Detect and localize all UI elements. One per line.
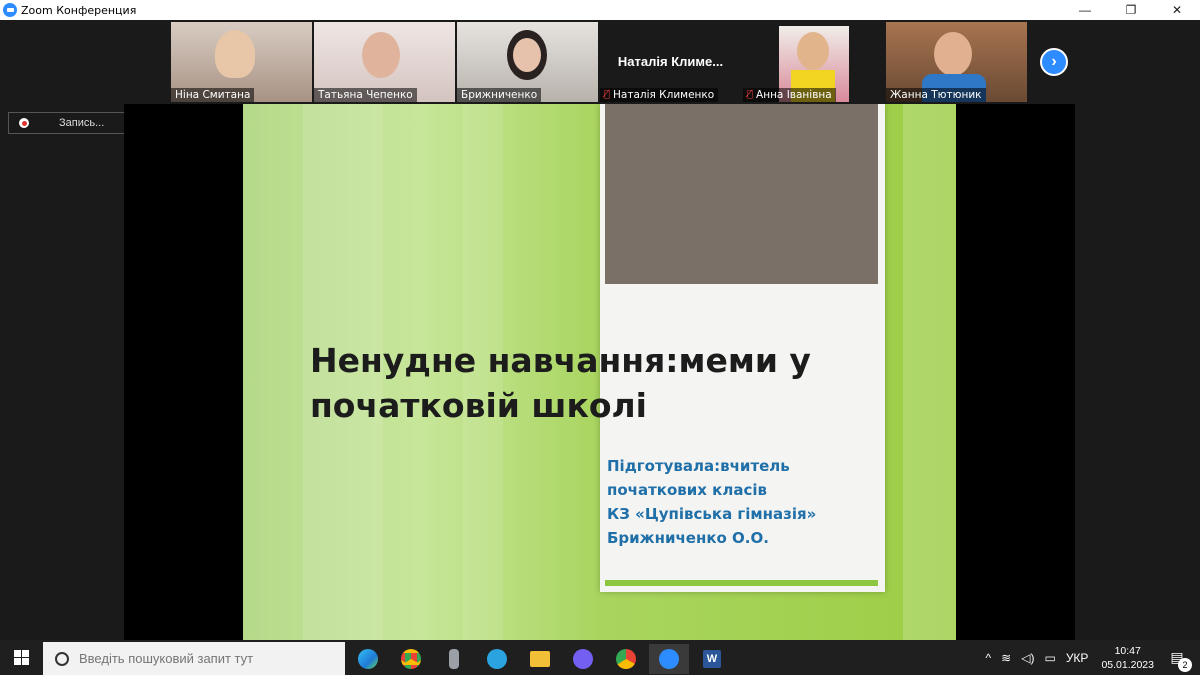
participant-name: Жанна Тютюник: [886, 88, 986, 102]
author-line: початкових класів: [607, 481, 767, 499]
slide-accent-bar: [605, 580, 878, 586]
participant-tile[interactable]: Жанна Тютюник: [886, 22, 1027, 102]
participant-name: Татьяна Чепенко: [314, 88, 417, 102]
title-bar: Zoom Конференция — ❐ ✕: [0, 0, 1200, 20]
zoom-logo-icon: [3, 3, 17, 17]
participant-strip: Ніна Смитана Татьяна Чепенко Брижниченко…: [0, 20, 1200, 104]
volume-icon[interactable]: ◁): [1021, 651, 1034, 665]
taskbar-search[interactable]: [43, 642, 345, 675]
recorder-icon[interactable]: [434, 644, 474, 674]
participant-face: [362, 32, 400, 78]
participant-name: Ніна Смитана: [171, 88, 255, 102]
start-button[interactable]: [0, 640, 42, 675]
notification-badge: 2: [1178, 657, 1192, 672]
clock[interactable]: 10:47 05.01.2023: [1101, 644, 1154, 672]
zoom-icon[interactable]: [649, 644, 689, 674]
mic-muted-icon: 🎙̸: [747, 89, 754, 100]
participant-face: [215, 30, 255, 78]
author-line: КЗ «Цупівська гімназія»: [607, 505, 817, 523]
viber-icon[interactable]: [563, 644, 603, 674]
recording-label: Запись...: [59, 117, 105, 129]
system-tray: ^ ≋ ◁) ▭ УКР 10:47 05.01.2023 ▤ 2: [981, 640, 1200, 675]
close-button[interactable]: ✕: [1154, 0, 1200, 20]
participant-tile[interactable]: Наталія Климе... 🎙̸ Наталія Клименко: [600, 22, 741, 102]
chevron-right-icon: ›: [1051, 53, 1057, 70]
edge-icon[interactable]: [348, 644, 388, 674]
record-icon: [19, 118, 29, 128]
author-line: Підготувала:вчитель: [607, 457, 790, 475]
notification-center-button[interactable]: ▤ 2: [1164, 646, 1192, 672]
participant-face: [934, 32, 972, 76]
participant-face: [797, 32, 829, 70]
slide-title-line: Ненудне навчання:меми у: [310, 341, 811, 380]
time: 10:47: [1114, 644, 1141, 657]
search-input[interactable]: [79, 651, 329, 666]
next-participants-button[interactable]: ›: [1040, 48, 1068, 76]
shared-screen: Ненудне навчання:меми у початковій школі…: [124, 104, 1075, 640]
participant-tile[interactable]: 🎙̸ Анна Іванівна: [743, 22, 884, 102]
mic-muted-icon: 🎙̸: [604, 89, 611, 100]
slide-decoration: [903, 104, 956, 640]
battery-icon[interactable]: ▭: [1044, 651, 1055, 665]
participant-tile[interactable]: Ніна Смитана: [171, 22, 312, 102]
participant-tile[interactable]: Татьяна Чепенко: [314, 22, 455, 102]
minimize-button[interactable]: —: [1062, 0, 1108, 20]
participant-display-name: Наталія Климе...: [617, 54, 724, 69]
window-title: Zoom Конференция: [21, 3, 137, 17]
restore-button[interactable]: ❐: [1108, 0, 1154, 20]
participant-face: [513, 38, 541, 72]
author-line: Брижниченко О.О.: [607, 529, 769, 547]
date: 05.01.2023: [1101, 658, 1154, 671]
participant-name: Брижниченко: [457, 88, 542, 102]
participant-name: 🎙̸ Анна Іванівна: [743, 88, 836, 102]
participant-name: 🎙̸ Наталія Клименко: [600, 88, 719, 102]
windows-logo-icon: [13, 650, 29, 665]
slide-title-line: початковій школі: [310, 386, 647, 425]
telegram-icon[interactable]: [477, 644, 517, 674]
wifi-icon[interactable]: ≋: [1001, 651, 1011, 665]
slide-image-placeholder: [605, 104, 878, 284]
slide-title: Ненудне навчання:меми у початковій школі: [310, 338, 870, 428]
participant-tile[interactable]: Брижниченко: [457, 22, 598, 102]
language-indicator[interactable]: УКР: [1066, 651, 1089, 665]
chevron-up-icon[interactable]: ^: [986, 651, 992, 665]
file-explorer-icon[interactable]: [520, 644, 560, 674]
search-icon: [55, 651, 69, 666]
presentation-slide: Ненудне навчання:меми у початковій школі…: [243, 104, 956, 640]
chrome-profile-icon[interactable]: [606, 644, 646, 674]
chrome-icon[interactable]: [391, 644, 431, 674]
taskbar: W ^ ≋ ◁) ▭ УКР 10:47 05.01.2023 ▤ 2: [0, 640, 1200, 675]
slide-author: Підготувала:вчитель початкових класів КЗ…: [607, 454, 877, 550]
word-icon[interactable]: W: [692, 644, 732, 674]
